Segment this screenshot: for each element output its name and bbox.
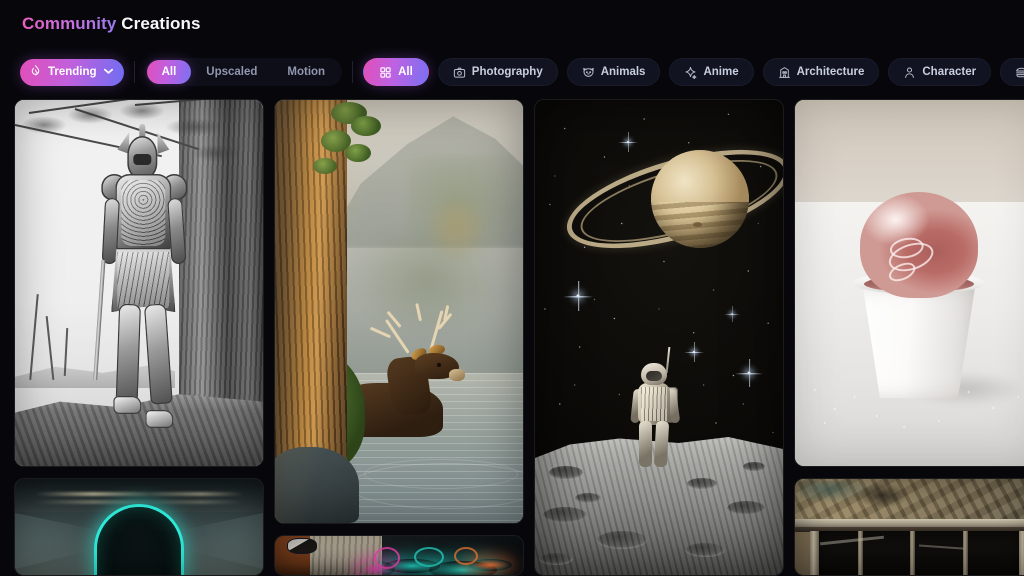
filter-bar: Trending All Upscaled Motion All Photogr… [0,55,1024,89]
category-pill-anime-label: Anime [703,66,739,78]
segment-upscaled[interactable]: Upscaled [191,60,272,84]
page-header: Community Creations [0,0,1024,50]
segment-motion-label: Motion [287,66,326,78]
card-stag-image [275,100,523,523]
divider-after-segments [352,61,354,83]
sort-dropdown-label: Trending [48,66,97,78]
category-pill-animals-label: Animals [600,66,646,78]
gallery-masonry-grid [14,99,1024,576]
category-pill-anime[interactable]: Anime [669,58,754,86]
card-astronaut-image [535,100,783,575]
chevron-down-icon [103,68,113,76]
grid-icon [379,66,392,79]
burger-icon [1015,66,1024,79]
category-pill-architecture[interactable]: Architecture [762,58,880,86]
category-pill-photography[interactable]: Photography [437,58,558,86]
page-title-accent: Community [22,14,117,33]
category-pill-food[interactable]: Food [1000,58,1024,86]
card-neon-mask-image [15,479,263,575]
card-ice-cream-image [795,100,1024,466]
category-pill-character-label: Character [922,66,977,78]
building-icon [778,66,791,79]
category-pill-architecture-label: Architecture [796,66,865,78]
card-neon-sneakers-image [275,536,523,575]
segment-all[interactable]: All [146,60,192,84]
category-pill-all[interactable]: All [363,58,429,86]
card-old-window[interactable] [794,478,1024,576]
community-creations-page: Community Creations Trending All Upscale… [0,0,1024,576]
card-ice-cream[interactable] [794,99,1024,467]
segment-all-label: All [161,66,177,78]
category-pill-animals[interactable]: Animals [566,58,661,86]
person-icon [903,66,916,79]
type-segmented-control: All Upscaled Motion [144,58,343,86]
card-old-window-image [795,479,1024,575]
segment-motion[interactable]: Motion [272,60,340,84]
gallery-column-2 [274,99,524,576]
flame-icon [29,64,42,80]
page-title: Community Creations [22,14,1024,34]
sort-dropdown-trending[interactable]: Trending [20,58,124,86]
gallery-column-1 [14,99,264,576]
divider-after-sort [133,61,135,83]
card-stag[interactable] [274,99,524,524]
category-pill-list: All Photography Animals Anime Architectu… [363,58,1024,86]
gallery-column-3 [534,99,784,576]
category-pill-photography-label: Photography [471,66,543,78]
category-pill-all-label: All [398,66,413,78]
card-neon-mask[interactable] [14,478,264,576]
camera-icon [453,66,466,79]
card-astronaut[interactable] [534,99,784,576]
segment-upscaled-label: Upscaled [206,66,258,78]
cat-icon [582,66,595,79]
gallery-column-4 [794,99,1024,576]
card-warrior-image [15,100,263,466]
sparkle-icon [684,66,697,79]
page-title-plain: Creations [121,14,201,33]
card-neon-sneakers[interactable] [274,535,524,576]
category-pill-character[interactable]: Character [888,58,992,86]
card-warrior[interactable] [14,99,264,467]
